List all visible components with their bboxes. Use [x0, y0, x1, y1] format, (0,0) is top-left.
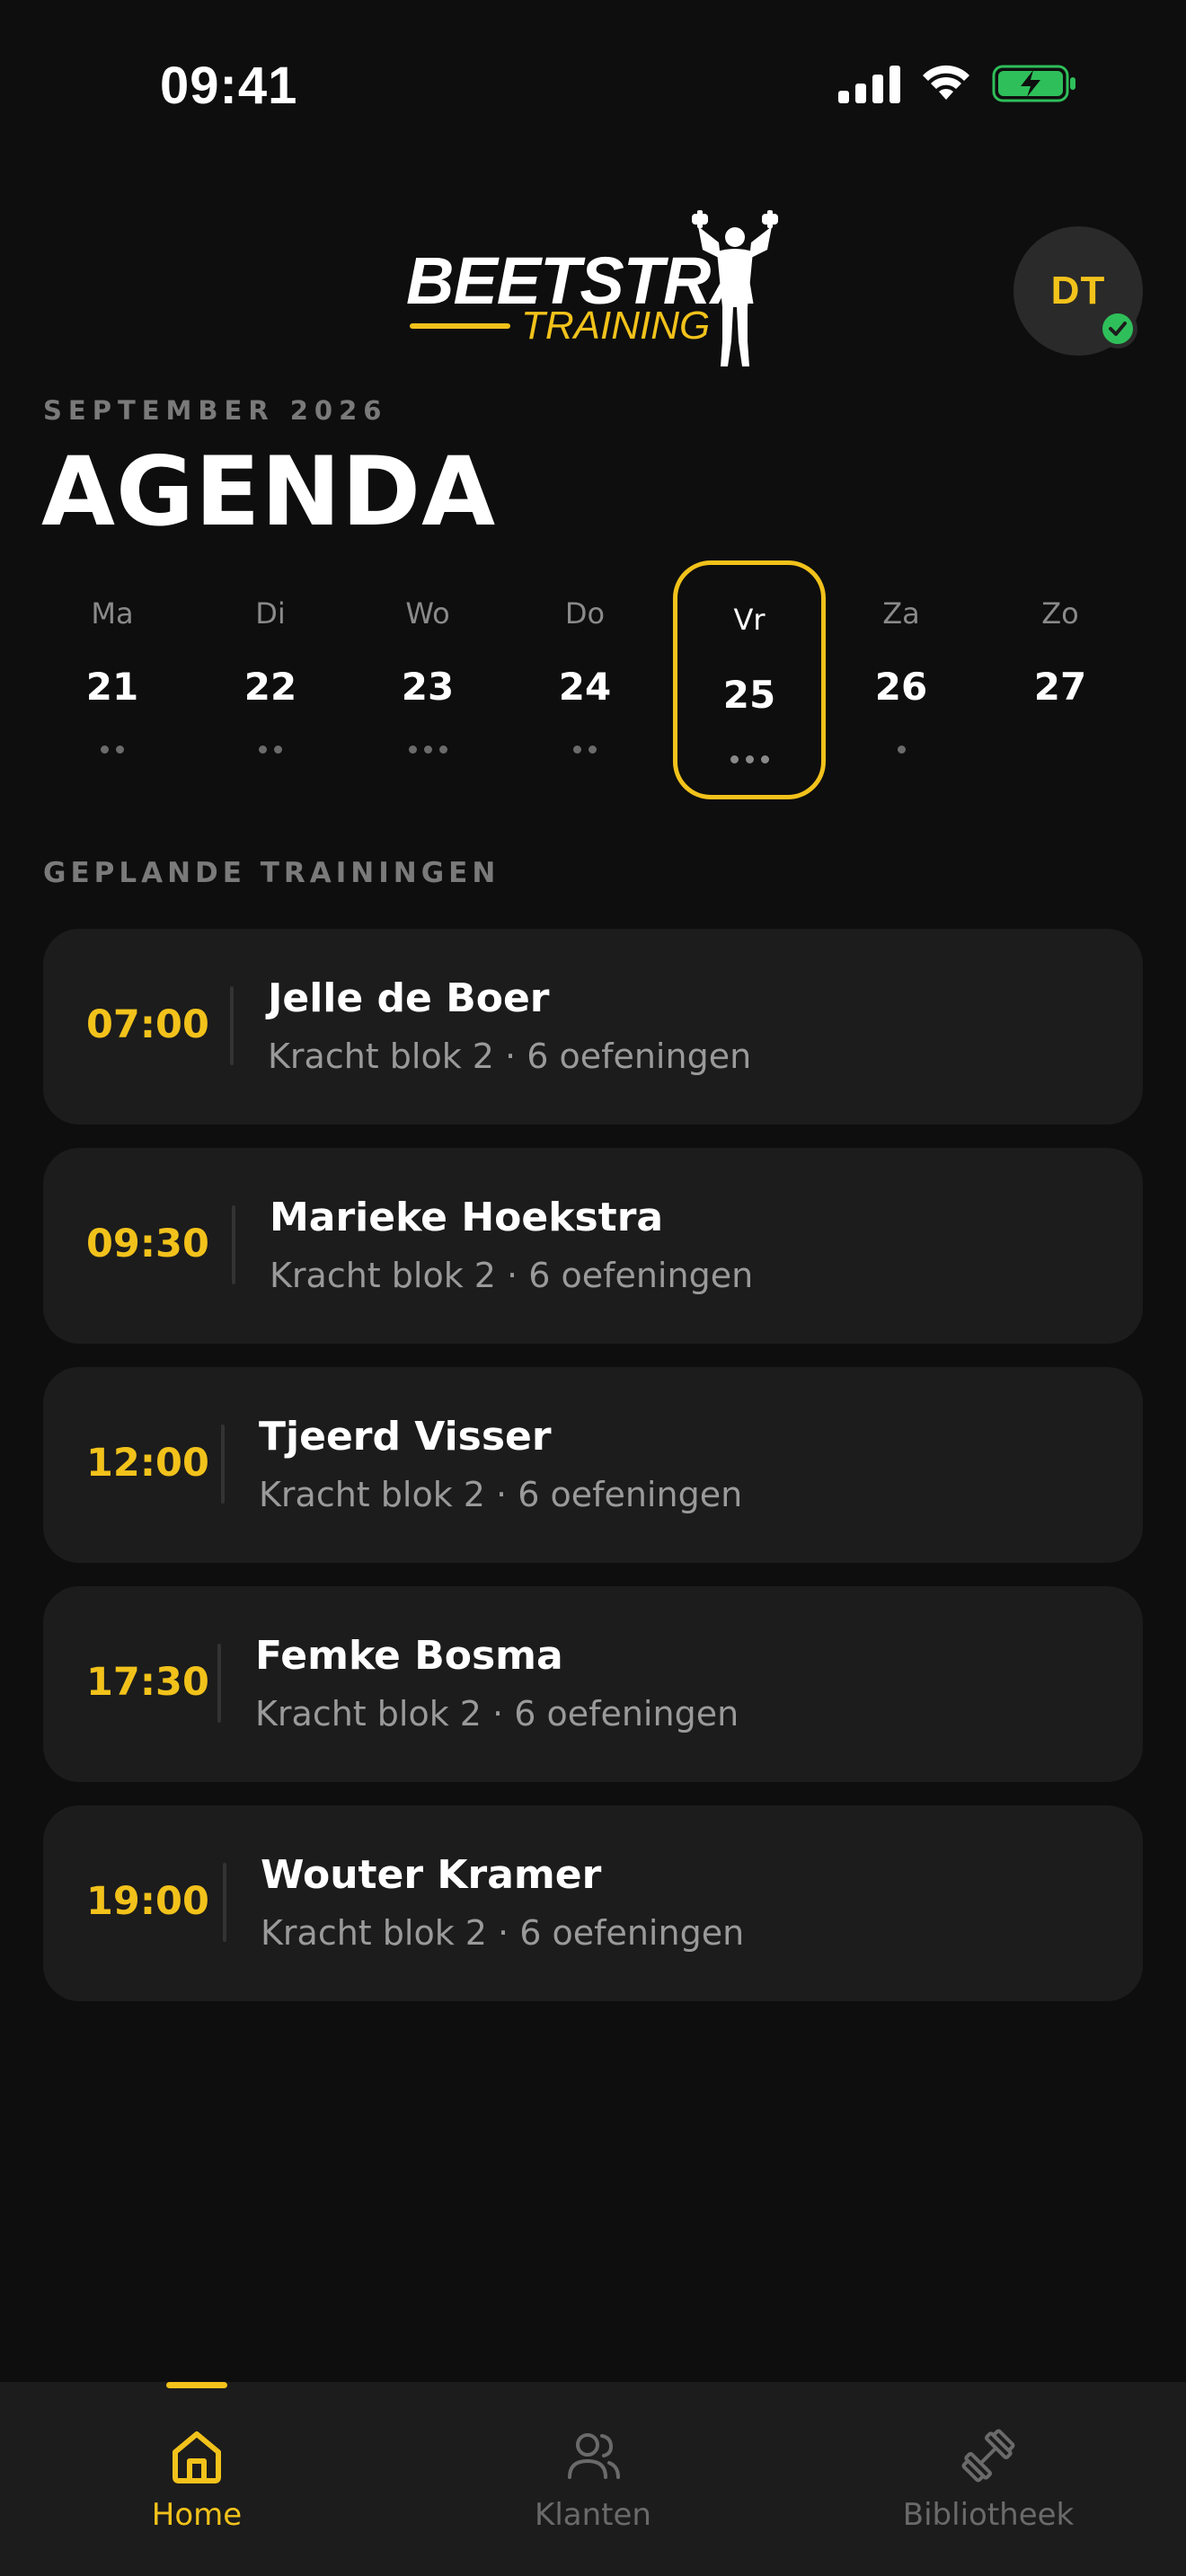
- status-bar: 09:41: [0, 0, 1186, 162]
- nav-label-klanten: Klanten: [535, 2497, 651, 2533]
- logo-subtitle: TRAINING: [521, 304, 711, 348]
- bottom-navigation: Home Klanten Bibliotheek: [0, 2382, 1186, 2576]
- session-details: Kracht blok 2 · 6 oefeningen: [255, 1694, 739, 1734]
- day-za[interactable]: Za 26: [825, 560, 978, 799]
- page-title: AGENDA: [41, 437, 497, 547]
- day-di[interactable]: Di 22: [194, 560, 347, 799]
- day-zo[interactable]: Zo 27: [984, 560, 1137, 799]
- day-number: 24: [558, 665, 612, 709]
- session-dots: [194, 745, 347, 754]
- status-icons: [838, 63, 1078, 104]
- day-name: Za: [882, 596, 920, 631]
- day-ma[interactable]: Ma 21: [36, 560, 189, 799]
- session-card[interactable]: 17:30 Femke Bosma Kracht blok 2 · 6 oefe…: [43, 1586, 1143, 1782]
- bodybuilder-figure-icon: [692, 210, 778, 366]
- day-name: Di: [255, 596, 286, 631]
- users-icon: [568, 2433, 620, 2479]
- dumbbell-icon: [961, 2429, 1015, 2483]
- session-dots: [509, 745, 661, 754]
- day-wo[interactable]: Wo 23: [351, 560, 504, 799]
- nav-tab-home[interactable]: Home: [62, 2382, 332, 2576]
- session-time: 09:30: [86, 1222, 209, 1266]
- day-do[interactable]: Do 24: [509, 560, 661, 799]
- day-name: Ma: [91, 596, 134, 631]
- client-name: Tjeerd Visser: [259, 1414, 552, 1460]
- agenda-screen: 09:41 BEETSTRA TRAINING DT SEPTEMBER 202…: [0, 0, 1186, 2576]
- session-card[interactable]: 07:00 Jelle de Boer Kracht blok 2 · 6 oe…: [43, 929, 1143, 1125]
- nav-label-bibliotheek: Bibliotheek: [902, 2497, 1075, 2533]
- session-time: 07:00: [86, 1002, 209, 1047]
- logo-underline: [410, 323, 510, 329]
- session-divider: [232, 1205, 235, 1284]
- session-details: Kracht blok 2 · 6 oefeningen: [270, 1256, 754, 1295]
- day-name: Vr: [733, 603, 766, 637]
- day-name: Wo: [405, 596, 450, 631]
- client-name: Jelle de Boer: [268, 975, 550, 1021]
- nav-label-home: Home: [151, 2497, 243, 2533]
- profile-avatar[interactable]: DT: [1013, 226, 1143, 356]
- wifi-icon: [923, 65, 969, 100]
- day-number: 25: [722, 673, 776, 717]
- session-card[interactable]: 12:00 Tjeerd Visser Kracht blok 2 · 6 oe…: [43, 1367, 1143, 1563]
- session-card[interactable]: 09:30 Marieke Hoekstra Kracht blok 2 · 6…: [43, 1148, 1143, 1344]
- session-dots: [351, 745, 504, 754]
- client-name: Femke Bosma: [255, 1633, 563, 1679]
- session-divider: [217, 1644, 221, 1723]
- day-number: 23: [401, 665, 455, 709]
- session-details: Kracht blok 2 · 6 oefeningen: [261, 1913, 745, 1953]
- session-card[interactable]: 19:00 Wouter Kramer Kracht blok 2 · 6 oe…: [43, 1805, 1143, 2001]
- verified-check-icon: [1098, 309, 1137, 348]
- day-vr-selected[interactable]: Vr 25: [673, 560, 826, 799]
- session-divider: [221, 1425, 225, 1504]
- day-name: Do: [564, 596, 606, 631]
- battery-charging-icon: [992, 65, 1075, 102]
- session-time: 17:30: [86, 1660, 209, 1705]
- session-details: Kracht blok 2 · 6 oefeningen: [259, 1475, 743, 1514]
- day-name: Zo: [1041, 596, 1079, 631]
- home-icon: [173, 2431, 221, 2483]
- status-time: 09:41: [160, 57, 298, 115]
- cellular-signal-icon: [838, 64, 900, 103]
- session-divider: [230, 986, 234, 1065]
- nav-tab-bibliotheek[interactable]: Bibliotheek: [854, 2382, 1123, 2576]
- day-number: 21: [85, 665, 139, 709]
- month-label: SEPTEMBER 2026: [43, 395, 388, 426]
- session-dots: [677, 755, 821, 763]
- client-name: Wouter Kramer: [261, 1852, 602, 1898]
- day-number: 22: [243, 665, 297, 709]
- session-dots: [825, 745, 978, 754]
- day-number: 27: [1033, 665, 1087, 709]
- beetstra-training-logo: BEETSTRA TRAINING: [404, 207, 782, 372]
- client-name: Marieke Hoekstra: [270, 1195, 664, 1240]
- session-divider: [223, 1863, 226, 1942]
- nav-tab-klanten[interactable]: Klanten: [458, 2382, 728, 2576]
- session-time: 19:00: [86, 1879, 209, 1924]
- session-time: 12:00: [86, 1441, 209, 1486]
- avatar-initials: DT: [1050, 269, 1106, 313]
- session-details: Kracht blok 2 · 6 oefeningen: [268, 1037, 752, 1076]
- week-strip: Ma 21 Di 22 Wo 23 Do 24 Vr 25 Za 26 Zo 2…: [36, 560, 1150, 799]
- day-number: 26: [874, 665, 928, 709]
- active-tab-indicator: [166, 2382, 227, 2388]
- section-label-planned: GEPLANDE TRAININGEN: [43, 857, 500, 889]
- session-dots: [36, 745, 189, 754]
